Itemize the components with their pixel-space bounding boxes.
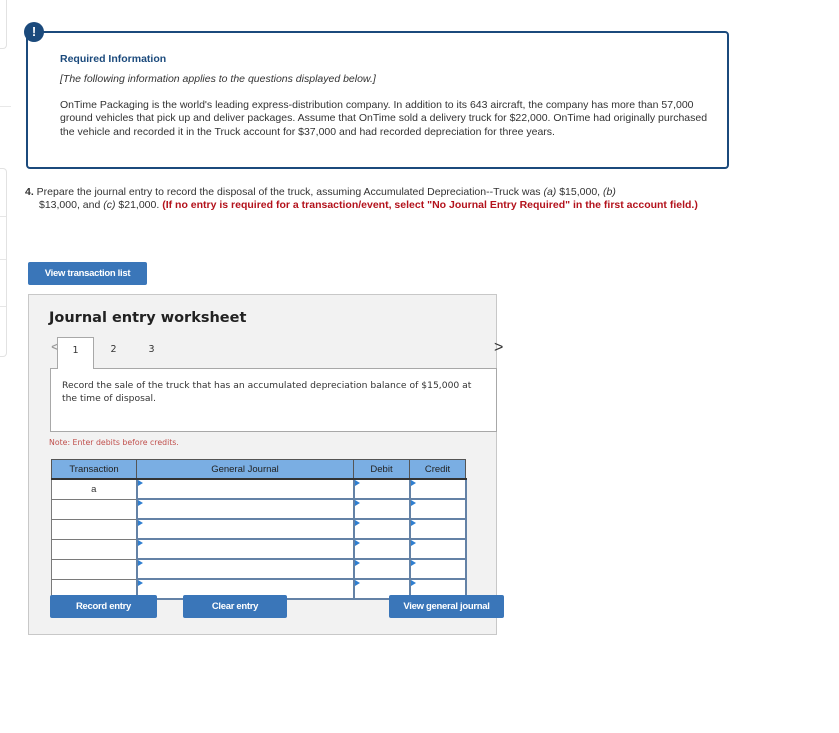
left-panel-edge <box>0 0 7 49</box>
account-field[interactable] <box>137 560 353 579</box>
debit-field[interactable] <box>354 560 409 579</box>
view-general-journal-button[interactable]: View general journal <box>389 595 504 618</box>
left-divider <box>0 106 11 108</box>
table-row <box>51 538 467 560</box>
input-marker-icon <box>410 560 416 566</box>
credit-field-cell[interactable] <box>408 538 467 560</box>
debit-field-cell[interactable] <box>352 518 411 540</box>
account-field[interactable] <box>137 480 353 499</box>
credit-field[interactable] <box>410 480 465 499</box>
transaction-prompt: Record the sale of the truck that has an… <box>62 380 472 405</box>
account-field[interactable] <box>137 520 353 539</box>
view-transaction-list-button[interactable]: View transaction list <box>28 262 147 285</box>
credit-field-cell[interactable] <box>408 498 467 520</box>
case-a-label: (a) <box>543 186 557 198</box>
debits-before-credits-note: Note: Enter debits before credits. <box>49 438 179 447</box>
left-nav-separator <box>0 216 6 217</box>
input-marker-icon <box>137 500 143 506</box>
tab-3[interactable]: 3 <box>133 337 170 368</box>
credit-field-cell[interactable] <box>408 518 467 540</box>
chevron-right-icon[interactable]: > <box>494 339 503 357</box>
transaction-cell <box>51 538 137 560</box>
tab-2[interactable]: 2 <box>95 337 132 368</box>
debit-field[interactable] <box>354 520 409 539</box>
input-marker-icon <box>410 580 416 586</box>
input-marker-icon <box>410 500 416 506</box>
transaction-prompt-box: Record the sale of the truck that has an… <box>50 368 497 432</box>
credit-field[interactable] <box>410 540 465 559</box>
table-row <box>51 518 467 540</box>
credit-field[interactable] <box>410 520 465 539</box>
account-field-cell[interactable] <box>135 558 355 580</box>
transaction-cell: a <box>51 478 137 500</box>
worksheet-title: Journal entry worksheet <box>49 310 247 326</box>
header-general-journal: General Journal <box>136 459 354 480</box>
table-row <box>51 498 467 520</box>
credit-field-cell[interactable] <box>408 558 467 580</box>
transaction-cell <box>51 498 137 520</box>
credit-field-cell[interactable] <box>408 478 467 500</box>
case-a-value: $15,000, <box>556 186 604 198</box>
input-marker-icon <box>354 560 360 566</box>
input-marker-icon <box>137 540 143 546</box>
input-marker-icon <box>137 560 143 566</box>
question-number: 4. <box>25 186 34 198</box>
input-marker-icon <box>410 540 416 546</box>
input-marker-icon <box>354 480 360 486</box>
left-nav-panel <box>0 168 7 357</box>
required-information-box: Required Information [The following info… <box>26 31 729 169</box>
case-b-label: (b) <box>603 186 616 198</box>
input-marker-icon <box>137 480 143 486</box>
tab-1[interactable]: 1 <box>57 337 94 369</box>
journal-table-header: Transaction General Journal Debit Credit <box>51 459 466 480</box>
question-instruction: (If no entry is required for a transacti… <box>162 199 698 212</box>
account-field-cell[interactable] <box>135 478 355 500</box>
debit-field-cell[interactable] <box>352 498 411 520</box>
debit-field[interactable] <box>354 540 409 559</box>
table-row: a <box>51 478 467 500</box>
required-information-note: [The following information applies to th… <box>60 73 376 85</box>
transaction-cell <box>51 518 137 540</box>
account-field-cell[interactable] <box>135 538 355 560</box>
exclamation-icon: ! <box>24 22 44 42</box>
input-marker-icon <box>354 540 360 546</box>
journal-table: Transaction General Journal Debit Credit… <box>51 459 467 600</box>
input-marker-icon <box>410 480 416 486</box>
credit-field[interactable] <box>410 500 465 519</box>
credit-field[interactable] <box>410 560 465 579</box>
account-field[interactable] <box>137 540 353 559</box>
left-nav-separator <box>0 306 6 307</box>
header-credit: Credit <box>409 459 466 480</box>
case-b-value: $13,000, and <box>39 199 104 212</box>
input-marker-icon <box>410 520 416 526</box>
case-c-value: $21,000. <box>115 199 163 212</box>
case-c-label: (c) <box>103 199 116 212</box>
question-prompt: Prepare the journal entry to record the … <box>33 186 544 198</box>
required-information-body: OnTime Packaging is the world's leading … <box>60 99 708 138</box>
journal-entry-worksheet: Journal entry worksheet < 1 2 3 > Record… <box>28 294 504 635</box>
debit-field[interactable] <box>354 480 409 499</box>
account-field-cell[interactable] <box>135 518 355 540</box>
account-field-cell[interactable] <box>135 498 355 520</box>
input-marker-icon <box>137 580 143 586</box>
input-marker-icon <box>354 580 360 586</box>
input-marker-icon <box>137 520 143 526</box>
clear-entry-button[interactable]: Clear entry <box>183 595 287 618</box>
input-marker-icon <box>354 500 360 506</box>
header-transaction: Transaction <box>51 459 137 480</box>
debit-field[interactable] <box>354 500 409 519</box>
input-marker-icon <box>354 520 360 526</box>
debit-field-cell[interactable] <box>352 478 411 500</box>
account-field[interactable] <box>137 500 353 519</box>
question-text: 4. Prepare the journal entry to record t… <box>25 186 735 213</box>
debit-field-cell[interactable] <box>352 538 411 560</box>
table-row <box>51 558 467 580</box>
required-information-title: Required Information <box>60 53 167 65</box>
header-debit: Debit <box>353 459 410 480</box>
transaction-cell <box>51 558 137 580</box>
record-entry-button[interactable]: Record entry <box>50 595 157 618</box>
left-nav-separator <box>0 259 6 260</box>
debit-field-cell[interactable] <box>352 558 411 580</box>
